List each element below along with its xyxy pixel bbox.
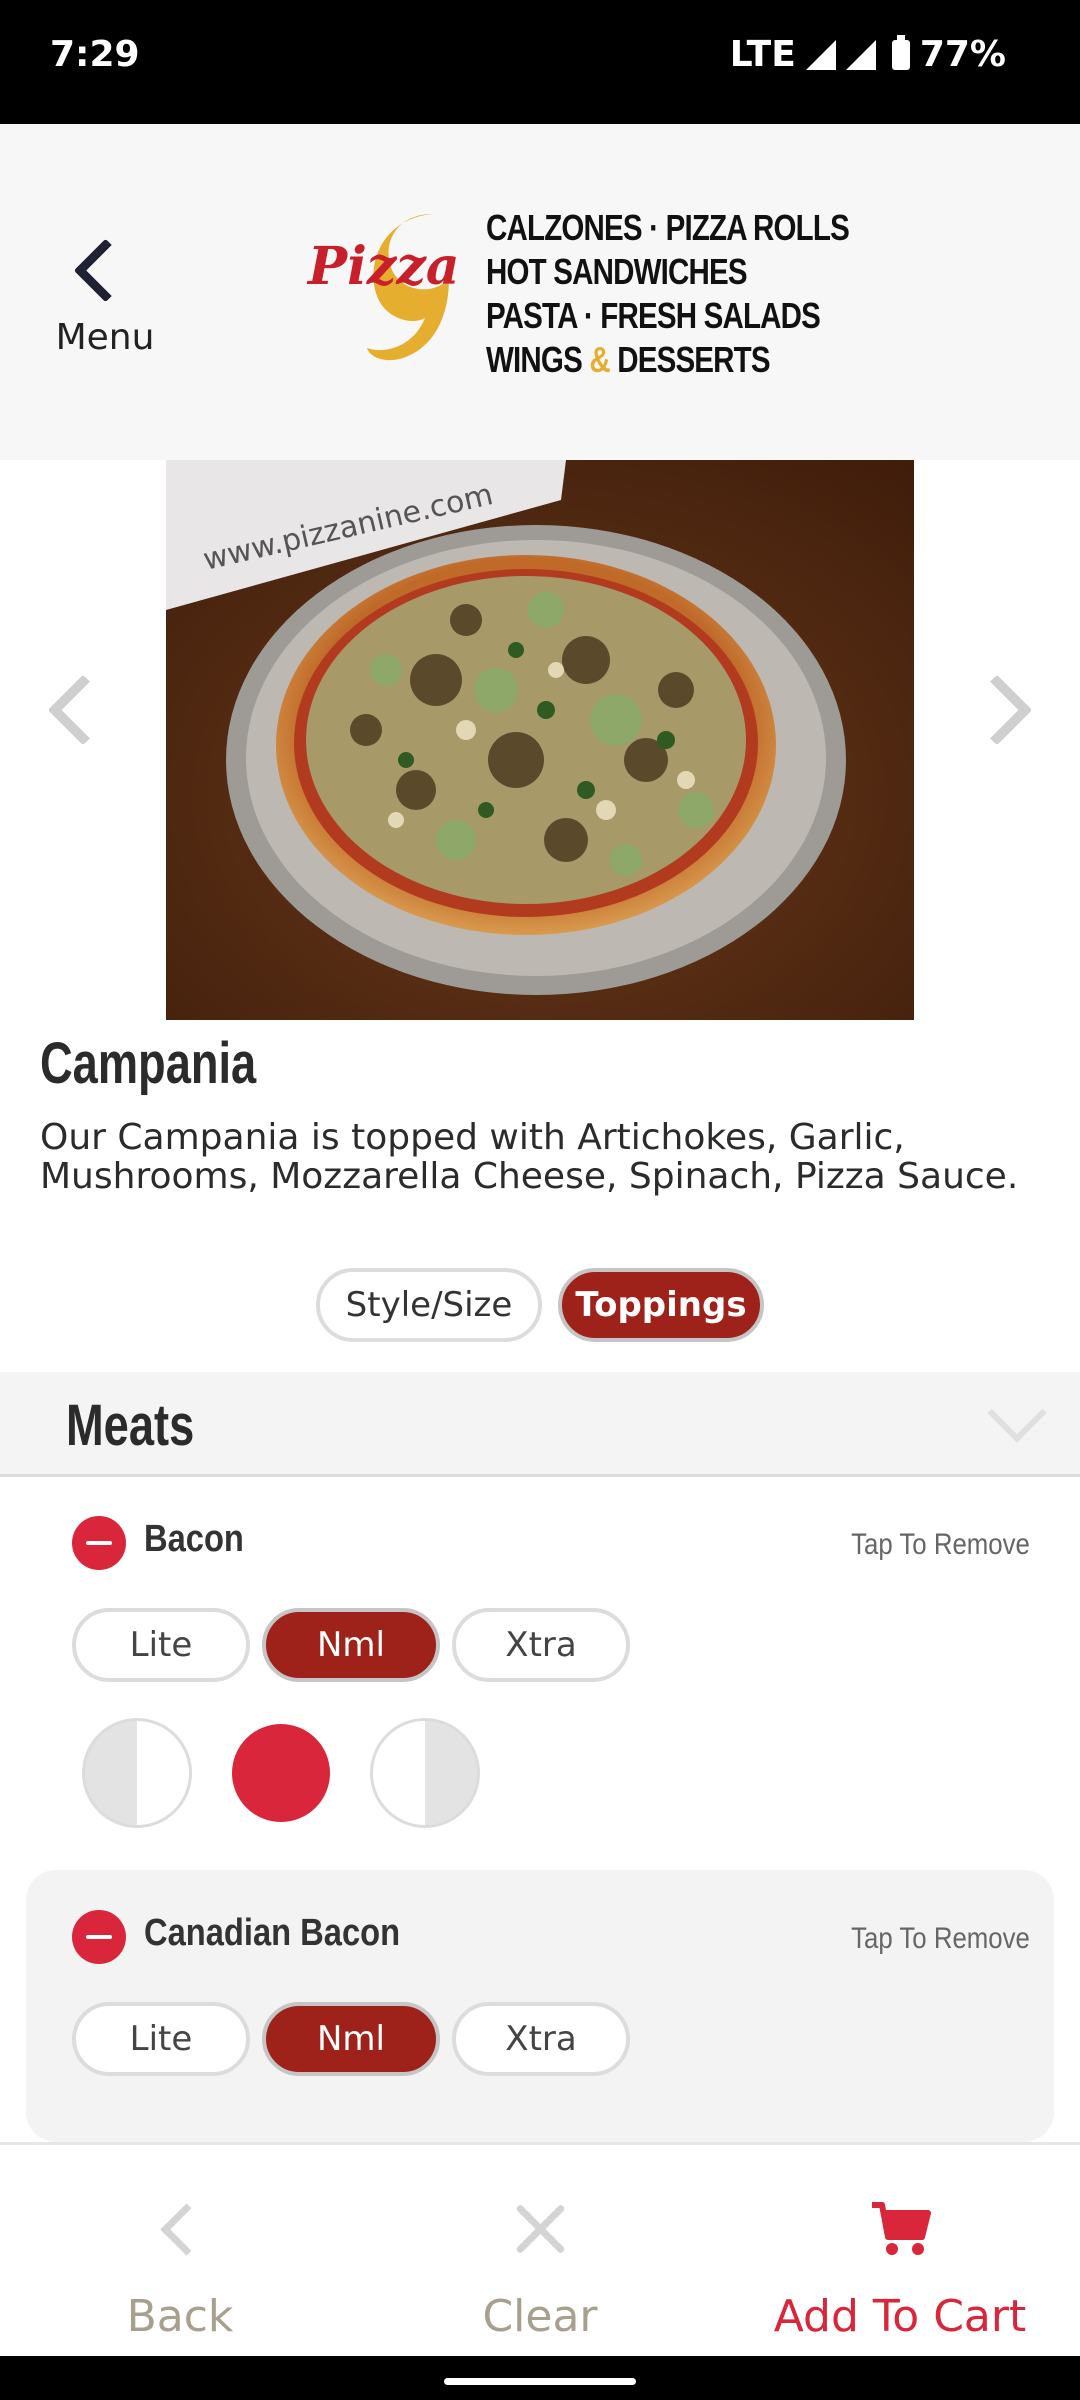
logo-line: CALZONES · PIZZA ROLLS — [486, 207, 850, 248]
topping-row: Canadian Bacon Tap To Remove Lite Nml Xt… — [26, 1870, 1054, 2142]
amount-extra-button[interactable]: Xtra — [452, 1608, 630, 1682]
remove-topping-icon[interactable] — [72, 1910, 126, 1964]
clear-label: Clear — [482, 2291, 598, 2342]
battery-level: 77% — [919, 34, 1006, 75]
amount-normal-button[interactable]: Nml — [262, 1608, 440, 1682]
app-header: Menu Pizza CALZONES · PIZZA ROLLS HOT SA… — [0, 124, 1080, 460]
chevron-left-icon — [160, 2203, 213, 2256]
topping-name: Bacon — [144, 1518, 244, 1560]
meats-section-header[interactable]: Meats — [0, 1372, 1080, 1477]
status-indicators: LTE 77% — [730, 34, 1006, 75]
pizza-photo: www.pizzanine.com — [166, 460, 914, 1020]
back-button[interactable]: Back — [0, 2145, 360, 2359]
chevron-down-icon — [987, 1383, 1047, 1443]
clear-button[interactable]: Clear — [360, 2145, 720, 2359]
pizza-illustration: www.pizzanine.com — [166, 460, 914, 1020]
topping-row: Bacon Tap To Remove Lite Nml Xtra — [26, 1478, 1054, 1838]
bottom-action-bar: Back Clear Add To Cart — [0, 2142, 1080, 2359]
status-bar: 7:29 LTE 77% — [0, 0, 1080, 124]
signal-icon-2 — [845, 39, 876, 70]
topping-name: Canadian Bacon — [144, 1912, 401, 1954]
back-label: Back — [126, 2291, 234, 2342]
logo-line: HOT SANDWICHES — [486, 251, 748, 292]
product-image-carousel: www.pizzanine.com — [0, 460, 1080, 1020]
amount-lite-button[interactable]: Lite — [72, 2002, 250, 2076]
product-title: Campania — [40, 1031, 257, 1096]
left-half-portion-icon[interactable] — [82, 1718, 192, 1828]
add-to-cart-label: Add To Cart — [773, 2291, 1027, 2342]
right-half-portion-icon[interactable] — [370, 1718, 480, 1828]
amount-normal-button[interactable]: Nml — [262, 2002, 440, 2076]
product-description: Our Campania is topped with Artichokes, … — [40, 1117, 1019, 1197]
cart-icon — [872, 2202, 931, 2255]
network-type: LTE — [729, 34, 796, 75]
logo-word: Pizza — [308, 236, 460, 297]
chevron-left-icon — [73, 238, 137, 303]
remove-topping-icon[interactable] — [72, 1516, 126, 1570]
logo-tagline: CALZONES · PIZZA ROLLS HOT SANDWICHES PA… — [486, 206, 850, 382]
tab-toppings[interactable]: Toppings — [558, 1268, 764, 1342]
battery-icon — [891, 34, 910, 70]
close-icon — [512, 2201, 568, 2257]
pizza9-logo: Pizza CALZONES · PIZZA ROLLS HOT SANDWIC… — [308, 204, 850, 384]
menu-back-button[interactable]: Menu — [40, 234, 170, 358]
whole-portion-icon[interactable] — [232, 1724, 330, 1822]
carousel-next-icon[interactable] — [961, 674, 1033, 746]
carousel-prev-icon[interactable] — [47, 674, 119, 746]
home-indicator[interactable] — [444, 2378, 636, 2385]
section-title: Meats — [66, 1393, 195, 1458]
amount-lite-button[interactable]: Lite — [72, 1608, 250, 1682]
tab-style-size[interactable]: Style/Size — [316, 1268, 542, 1342]
signal-icon — [805, 39, 836, 70]
logo-line: PASTA · FRESH SALADS — [486, 295, 821, 336]
logo-line: WINGS & DESSERTS — [486, 339, 771, 380]
tap-to-remove-label[interactable]: Tap To Remove — [851, 1528, 1030, 1562]
system-nav-bar — [0, 2356, 1080, 2400]
add-to-cart-button[interactable]: Add To Cart — [720, 2145, 1080, 2359]
amount-extra-button[interactable]: Xtra — [452, 2002, 630, 2076]
menu-back-label: Menu — [55, 317, 155, 358]
status-time: 7:29 — [50, 34, 140, 75]
tap-to-remove-label[interactable]: Tap To Remove — [851, 1922, 1030, 1956]
